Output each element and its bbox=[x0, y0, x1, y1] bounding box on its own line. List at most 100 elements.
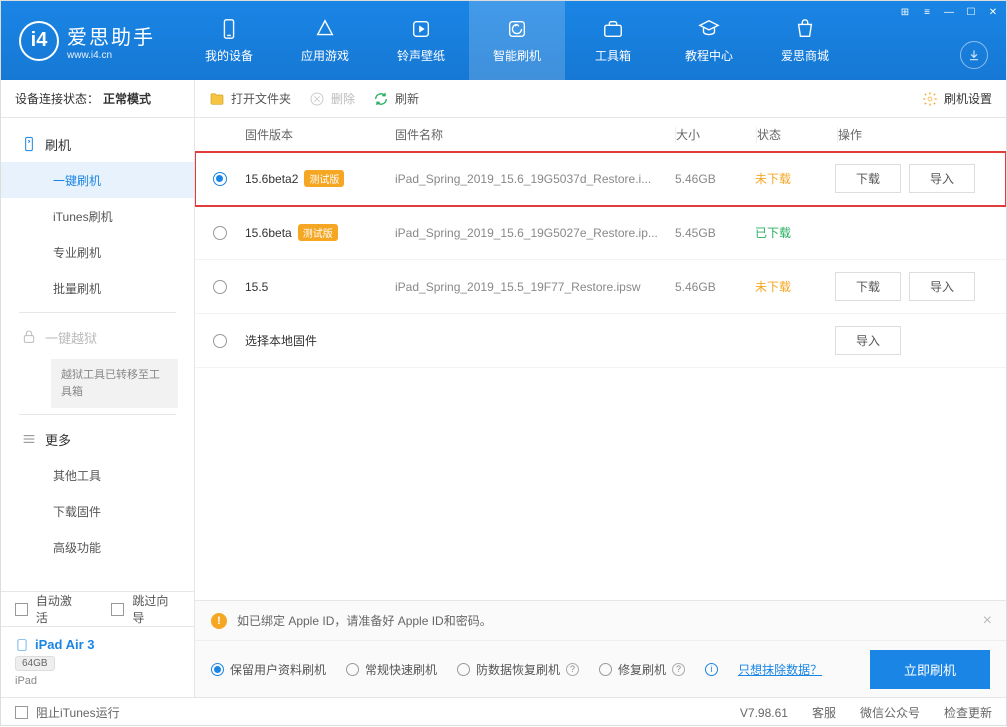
auto-activate-checkbox[interactable] bbox=[15, 603, 28, 616]
device-name[interactable]: iPad Air 3 bbox=[15, 637, 180, 652]
flash-option[interactable]: 常规快速刷机 bbox=[346, 661, 437, 678]
warning-close-icon[interactable]: × bbox=[983, 612, 992, 630]
table-row[interactable]: 15.6beta2测试版iPad_Spring_2019_15.6_19G503… bbox=[195, 152, 1006, 206]
import-button[interactable]: 导入 bbox=[909, 164, 975, 193]
download-button[interactable]: 下载 bbox=[835, 164, 901, 193]
firmware-version: 15.6beta bbox=[245, 226, 292, 240]
warning-text: 如已绑定 Apple ID，请准备好 Apple ID和密码。 bbox=[237, 612, 492, 629]
firmware-version: 选择本地固件 bbox=[245, 332, 317, 349]
nav: 我的设备 应用游戏 铃声壁纸 智能刷机 工具箱 教程中心 爱思商城 bbox=[181, 1, 853, 80]
connection-status: 设备连接状态： 正常模式 bbox=[1, 80, 194, 118]
download-button[interactable] bbox=[960, 41, 988, 69]
tutorial-icon bbox=[697, 17, 721, 41]
firmware-filename: iPad_Spring_2019_15.5_19F77_Restore.ipsw bbox=[395, 280, 675, 294]
row-radio[interactable] bbox=[213, 334, 227, 348]
info-icon: i bbox=[705, 663, 718, 676]
flash-option[interactable]: 修复刷机? bbox=[599, 661, 685, 678]
firmware-filename: iPad_Spring_2019_15.6_19G5027e_Restore.i… bbox=[395, 226, 675, 240]
wc-max-icon[interactable]: ☐ bbox=[964, 5, 978, 19]
table-row[interactable]: 选择本地固件 导入 bbox=[195, 314, 1006, 368]
option-radio[interactable] bbox=[346, 663, 359, 676]
header: ⊞ ≡ — ☐ ✕ i4 爱思助手 www.i4.cn 我的设备 应用游戏 铃声… bbox=[1, 1, 1006, 80]
firmware-size: 5.46GB bbox=[675, 280, 755, 294]
erase-data-link[interactable]: 只想抹除数据？ bbox=[738, 661, 822, 678]
app-url: www.i4.cn bbox=[67, 50, 155, 61]
flash-option[interactable]: 防数据恢复刷机? bbox=[457, 661, 579, 678]
refresh-button[interactable]: 刷新 bbox=[373, 90, 419, 107]
th-size: 大小 bbox=[676, 126, 756, 143]
nav-toolbox[interactable]: 工具箱 bbox=[565, 1, 661, 80]
flash-now-button[interactable]: 立即刷机 bbox=[870, 650, 990, 689]
sidebar-more-header[interactable]: 更多 bbox=[1, 421, 194, 457]
help-icon[interactable]: ? bbox=[566, 663, 579, 676]
sidebar-jailbreak-header: 一键越狱 bbox=[1, 319, 194, 355]
device-info: iPad Air 3 64GB iPad bbox=[1, 626, 194, 697]
wc-grid-icon[interactable]: ⊞ bbox=[898, 5, 912, 19]
toolbox-icon bbox=[601, 17, 625, 41]
help-icon[interactable]: ? bbox=[672, 663, 685, 676]
nav-flash[interactable]: 智能刷机 bbox=[469, 1, 565, 80]
sidebar-other-tools[interactable]: 其他工具 bbox=[1, 457, 194, 493]
warning-bar: ! 如已绑定 Apple ID，请准备好 Apple ID和密码。 × bbox=[195, 601, 1006, 641]
import-button[interactable]: 导入 bbox=[835, 326, 901, 355]
footer-version: V7.98.61 bbox=[740, 706, 788, 720]
row-radio[interactable] bbox=[213, 172, 227, 186]
table-row[interactable]: 15.6beta测试版iPad_Spring_2019_15.6_19G5027… bbox=[195, 206, 1006, 260]
sidebar-pro-flash[interactable]: 专业刷机 bbox=[1, 234, 194, 270]
lock-icon bbox=[21, 329, 37, 345]
row-ops: 下载导入 bbox=[835, 164, 1006, 193]
firmware-version: 15.5 bbox=[245, 280, 268, 294]
warning-icon: ! bbox=[211, 613, 227, 629]
wc-menu-icon[interactable]: ≡ bbox=[920, 5, 934, 19]
open-folder-button[interactable]: 打开文件夹 bbox=[209, 90, 291, 107]
option-label: 防数据恢复刷机 bbox=[476, 661, 560, 678]
firmware-size: 5.46GB bbox=[675, 172, 755, 186]
sidebar-oneclick-flash[interactable]: 一键刷机 bbox=[1, 162, 194, 198]
block-itunes-checkbox[interactable] bbox=[15, 706, 28, 719]
sidebar-download-firmware[interactable]: 下载固件 bbox=[1, 493, 194, 529]
app-title: 爱思助手 bbox=[67, 21, 155, 50]
sidebar-advanced[interactable]: 高级功能 bbox=[1, 529, 194, 565]
option-label: 保留用户资料刷机 bbox=[230, 661, 326, 678]
nav-tutorial[interactable]: 教程中心 bbox=[661, 1, 757, 80]
device-capacity: 64GB bbox=[15, 656, 55, 671]
store-icon bbox=[793, 17, 817, 41]
nav-ringtone[interactable]: 铃声壁纸 bbox=[373, 1, 469, 80]
firmware-version: 15.6beta2 bbox=[245, 172, 298, 186]
firmware-table: 固件版本 固件名称 大小 状态 操作 15.6beta2测试版iPad_Spri… bbox=[195, 118, 1006, 600]
folder-icon bbox=[209, 91, 225, 107]
wc-close-icon[interactable]: ✕ bbox=[986, 5, 1000, 19]
option-radio[interactable] bbox=[457, 663, 470, 676]
wc-min-icon[interactable]: — bbox=[942, 5, 956, 19]
window-controls: ⊞ ≡ — ☐ ✕ bbox=[898, 5, 1000, 19]
flash-icon bbox=[505, 17, 529, 41]
row-radio[interactable] bbox=[213, 226, 227, 240]
flash-settings-button[interactable]: 刷机设置 bbox=[922, 90, 992, 107]
th-status: 状态 bbox=[757, 126, 837, 143]
download-button[interactable]: 下载 bbox=[835, 272, 901, 301]
nav-my-device[interactable]: 我的设备 bbox=[181, 1, 277, 80]
phone-icon bbox=[21, 136, 37, 152]
block-itunes-label: 阻止iTunes运行 bbox=[36, 704, 120, 721]
sidebar-flash-header[interactable]: 刷机 bbox=[1, 126, 194, 162]
sidebar-batch-flash[interactable]: 批量刷机 bbox=[1, 270, 194, 306]
skip-guide-checkbox[interactable] bbox=[111, 603, 124, 616]
option-radio[interactable] bbox=[599, 663, 612, 676]
import-button[interactable]: 导入 bbox=[909, 272, 975, 301]
table-row[interactable]: 15.5 iPad_Spring_2019_15.5_19F77_Restore.… bbox=[195, 260, 1006, 314]
flash-option[interactable]: 保留用户资料刷机 bbox=[211, 661, 326, 678]
logo: i4 爱思助手 www.i4.cn bbox=[1, 1, 173, 80]
row-radio[interactable] bbox=[213, 280, 227, 294]
ringtone-icon bbox=[409, 17, 433, 41]
sidebar: 设备连接状态： 正常模式 刷机 一键刷机 iTunes刷机 专业刷机 批量刷机 … bbox=[1, 80, 195, 697]
footer-wechat[interactable]: 微信公众号 bbox=[860, 704, 920, 721]
sidebar-itunes-flash[interactable]: iTunes刷机 bbox=[1, 198, 194, 234]
footer-update[interactable]: 检查更新 bbox=[944, 704, 992, 721]
option-radio[interactable] bbox=[211, 663, 224, 676]
nav-apps[interactable]: 应用游戏 bbox=[277, 1, 373, 80]
nav-store[interactable]: 爱思商城 bbox=[757, 1, 853, 80]
footer-support[interactable]: 客服 bbox=[812, 704, 836, 721]
content: 打开文件夹 删除 刷新 刷机设置 固件版本 固件名称 大小 bbox=[195, 80, 1006, 697]
footer: 阻止iTunes运行 V7.98.61 客服 微信公众号 检查更新 bbox=[1, 697, 1006, 727]
th-version: 固件版本 bbox=[245, 126, 395, 143]
